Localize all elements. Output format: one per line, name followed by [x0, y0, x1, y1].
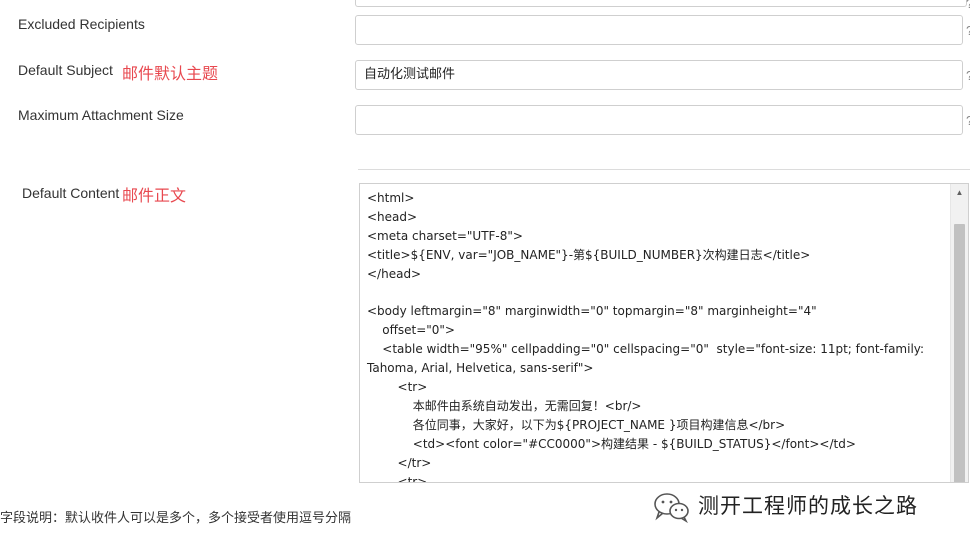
default-content-label: Default Content	[22, 185, 120, 201]
scroll-thumb[interactable]	[954, 224, 965, 482]
code-line: <head>	[367, 209, 418, 224]
default-content-annotation: 邮件正文	[122, 186, 187, 205]
default-subject-input[interactable]: 自动化测试邮件	[355, 60, 963, 90]
default-subject-help-icon[interactable]: ?	[966, 68, 970, 82]
code-line: <tr>	[367, 380, 428, 395]
code-line: <html>	[367, 191, 415, 205]
default-subject-label: Default Subject	[18, 62, 113, 78]
code-line: 各位同事，大家好，以下为${PROJECT_NAME }项目构建信息</br>	[367, 417, 786, 432]
max-attachment-size-label: Maximum Attachment Size	[18, 107, 184, 123]
code-line: <tr>	[367, 474, 428, 483]
watermark-text: 测开工程师的成长之路	[698, 494, 918, 518]
excluded-recipients-label: Excluded Recipients	[18, 16, 145, 32]
default-recipients-field-edge[interactable]	[355, 0, 967, 7]
default-content-textarea[interactable]: <html> <head> <meta charset="UTF-8"> <title…	[359, 183, 969, 483]
wechat-icon	[654, 493, 689, 523]
field-description-note: 字段说明：默认收件人可以是多个，多个接受者使用逗号分隔	[0, 511, 352, 526]
code-line: <body leftmargin="8" marginwidth="0" top…	[367, 304, 817, 319]
help-icon[interactable]: ?	[966, 0, 970, 10]
textarea-scrollbar[interactable]: ▲	[950, 184, 968, 482]
section-divider	[358, 169, 970, 170]
code-line: <meta charset="UTF-8">	[367, 228, 523, 243]
code-line: </head>	[367, 266, 422, 281]
code-line: offset="0">	[367, 323, 455, 338]
max-attachment-size-help-icon[interactable]: ?	[966, 113, 970, 127]
code-line: <td><font color="#CC0000">构建结果 - ${BUILD…	[367, 436, 856, 451]
max-attachment-size-input[interactable]	[355, 105, 963, 135]
code-line: Tahoma, Arial, Helvetica, sans-serif">	[367, 361, 594, 376]
scroll-up-arrow-icon[interactable]: ▲	[951, 184, 968, 201]
code-line: <title>${ENV, var="JOB_NAME"}-第${BUILD_N…	[367, 247, 811, 262]
code-line: </tr>	[367, 455, 432, 470]
excluded-recipients-input[interactable]	[355, 15, 963, 45]
excluded-recipients-help-icon[interactable]: ?	[966, 23, 970, 37]
default-content-code: <html> <head> <meta charset="UTF-8"> <title…	[367, 189, 947, 483]
code-line: <table width="95%" cellpadding="0" cells…	[367, 342, 925, 357]
code-line: 本邮件由系统自动发出，无需回复！<br/>	[367, 398, 642, 413]
default-subject-annotation: 邮件默认主题	[122, 64, 219, 83]
